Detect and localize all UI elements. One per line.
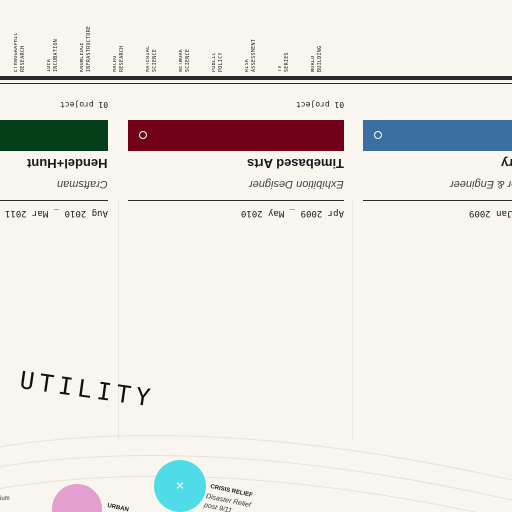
job-role: Exhibition Designer (249, 178, 344, 190)
category-risk-assessment[interactable]: RISK ASSESSMENT (245, 6, 267, 72)
card-divider (0, 200, 108, 201)
category-label: PUBLIC POLICY (212, 52, 224, 72)
header-divider-thick (0, 76, 512, 80)
category-material-science[interactable]: MATERIAL SCIENCE (146, 6, 168, 72)
card-divider (363, 200, 512, 201)
bubble-crisis-relief[interactable]: ✕ (154, 460, 206, 512)
category-tv-series[interactable]: TV SERIES (278, 6, 300, 72)
category-world-building[interactable]: WORLD BUILDING (311, 6, 333, 72)
job-color-bar (0, 120, 108, 151)
category-idea-incubation[interactable]: IDEA INCUBATION (47, 6, 69, 72)
job-role: Designer & Engineer (450, 178, 512, 190)
job-dates: Aug 2010 _ Mar 2011 (5, 208, 108, 218)
category-network-science[interactable]: NETWORK SCIENCE (179, 6, 201, 72)
company-name: Hendel+Hunt (27, 156, 108, 171)
column-separator (352, 200, 353, 440)
job-color-bar (363, 120, 512, 151)
category-label: WORLD BUILDING (311, 45, 323, 72)
job-role: Craftsman (57, 178, 108, 190)
bar-circle-icon (374, 131, 382, 139)
job-dates: Apr 2009 _ May 2010 (241, 208, 344, 218)
company-name: Timebased Arts (247, 156, 344, 171)
job-dates: Jan 2009 (468, 208, 512, 218)
category-public-policy[interactable]: PUBLIC POLICY (212, 6, 234, 72)
job-card-timebased-arts[interactable]: 01 project Timebased Arts Exhibition Des… (128, 92, 344, 224)
project-count: 01 project (59, 100, 108, 109)
company-name: Scenery (501, 156, 512, 171)
category-label: IDEA INCUBATION (47, 38, 59, 72)
edge-label: ium (0, 496, 10, 502)
category-label: MATERIAL SCIENCE (146, 45, 158, 72)
category-label: MACRO RESEARCH (113, 45, 125, 72)
category-ethnographic-research[interactable]: ETHNOGRAPHIC RESEARCH (14, 6, 36, 72)
section-title: UTILITY (18, 366, 157, 413)
project-count: 01 project (295, 100, 344, 109)
header-divider-thin (0, 83, 512, 84)
category-macro-research[interactable]: MACRO RESEARCH (113, 6, 135, 72)
job-card-scenery[interactable]: Scenery Designer & Engineer Jan 2009 (363, 92, 512, 224)
job-color-bar (128, 120, 344, 151)
category-label: NETWORK SCIENCE (179, 48, 191, 72)
category-label: TV SERIES (278, 52, 290, 72)
card-divider (128, 200, 344, 201)
job-card-hendel-hunt[interactable]: 01 project Hendel+Hunt Craftsman Aug 201… (0, 92, 108, 224)
cross-icon: ✕ (175, 479, 185, 493)
category-label: KNOWLEDGE INFRASTRUCTURE (80, 25, 92, 72)
category-label: ETHNOGRAPHIC RESEARCH (14, 32, 26, 72)
bar-circle-icon (139, 131, 147, 139)
category-label: RISK ASSESSMENT (245, 38, 257, 72)
category-knowledge-infrastructure[interactable]: KNOWLEDGE INFRASTRUCTURE (80, 6, 102, 72)
